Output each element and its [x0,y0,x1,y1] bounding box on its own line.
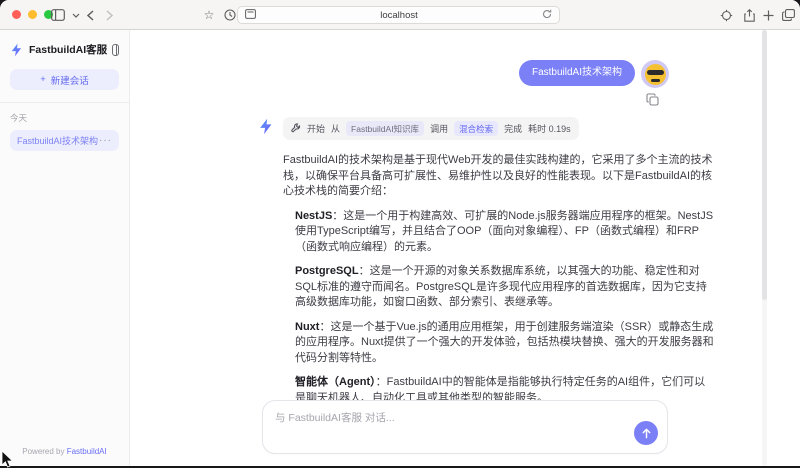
forward-button[interactable] [101,7,117,23]
tech-item-nestjs: NestJS：这是一个用于构建高效、可扩展的Node.js服务器端应用程序的框架… [283,209,715,256]
send-button[interactable] [634,421,658,445]
status-done: 完成 [504,122,522,135]
sidebar-header: FastbuildAI客服 [10,42,119,57]
term: PostgreSQL [295,265,359,277]
powered-by-footer: Powered by FastbuildAI [10,447,119,458]
powered-by-brand-link[interactable]: FastbuildAI [67,447,107,456]
chat-input-box[interactable] [262,400,668,454]
reload-icon[interactable] [542,6,552,24]
extensions-icon[interactable] [718,7,734,23]
app-logo-bolt-icon [10,43,24,57]
app-title: FastbuildAI客服 [29,42,107,57]
bookmark-star-icon[interactable]: ☆ [201,7,217,23]
user-message-row: FastbuildAI技术架构 [258,60,669,88]
chat-scrollbar[interactable] [762,30,767,466]
user-message-bubble: FastbuildAI技术架构 [519,60,635,86]
conversation-title: FastbuildAI技术架构 [17,134,99,147]
address-bar[interactable]: localhost [237,6,560,24]
tool-status-pill[interactable]: 开始 从 FastbuildAI知识库 调用 混合检索 完成 耗时 0.19s [283,117,579,140]
chat-main: FastbuildAI技术架构 [130,30,800,466]
tab-overview-icon[interactable] [780,7,796,23]
status-elapsed: 耗时 0.19s [528,122,571,135]
back-button[interactable] [82,7,98,23]
mouse-cursor [1,451,14,468]
wrench-icon [291,123,301,135]
assistant-avatar-bolt-icon [258,118,275,135]
hybrid-search-tag: 混合检索 [454,121,498,136]
message-actions-row [258,93,659,106]
powered-by-text: Powered by [22,447,66,456]
term: NestJS [295,210,332,222]
browser-sidebar-icon[interactable] [50,7,66,23]
history-clock-icon[interactable] [222,7,238,23]
chat-message-area: FastbuildAI技术架构 [130,30,800,400]
term: Nuxt [295,321,319,333]
copy-icon[interactable] [646,93,659,106]
minimize-window-button[interactable] [28,10,37,19]
sidebar: FastbuildAI客服 + 新建会话 今天 FastbuildAI技术架构 … [0,30,130,466]
sidebar-section-today: 今天 [10,112,119,124]
assistant-message-content: 开始 从 FastbuildAI知识库 调用 混合检索 完成 耗时 0.19s … [283,117,715,400]
sidebar-divider [0,102,129,103]
status-from: 从 [331,122,340,135]
plus-icon: + [40,74,46,85]
sidebar-collapse-icon[interactable] [112,44,119,56]
tech-item-nuxt: Nuxt：这是一个基于Vue.js的通用应用框架，用于创建服务端渲染（SSR）或… [283,320,715,367]
tech-item-agent: 智能体（Agent）：FastbuildAI中的智能体是指能够执行特定任务的AI… [283,375,715,400]
desc: ：这是一个用于构建高效、可扩展的Node.js服务器端应用程序的框架。NestJ… [295,210,713,253]
tech-item-postgresql: PostgreSQL：这是一个开源的对象关系数据库系统，以其强大的功能、稳定性和… [283,264,715,311]
traffic-lights [12,10,53,19]
new-tab-plus-icon[interactable] [760,7,776,23]
term: 智能体（Agent） [295,376,376,388]
desc: ：这是一个基于Vue.js的通用应用框架，用于创建服务端渲染（SSR）或静态生成… [295,321,714,364]
assistant-message-row: 开始 从 FastbuildAI知识库 调用 混合检索 完成 耗时 0.19s … [258,117,715,400]
scrollbar-thumb[interactable] [762,30,767,300]
assistant-markdown: FastbuildAI的技术架构是基于现代Web开发的最佳实践构建的，它采用了多… [283,153,715,400]
close-window-button[interactable] [12,10,21,19]
new-chat-button[interactable]: + 新建会话 [10,69,119,90]
browser-chrome: ☆ localhost [0,0,800,30]
chat-input-area [130,400,800,466]
avatar-face [645,64,666,85]
conversation-list-item[interactable]: FastbuildAI技术架构 ··· [10,130,119,151]
user-avatar [641,60,669,88]
new-chat-label: 新建会话 [51,73,89,87]
browser-window: ☆ localhost [0,0,800,466]
url-text[interactable]: localhost [256,10,542,21]
status-invoke: 调用 [430,122,448,135]
knowledge-base-tag: FastbuildAI知识库 [346,121,424,136]
intro-paragraph: FastbuildAI的技术架构是基于现代Web开发的最佳实践构建的，它采用了多… [283,153,715,200]
reader-page-icon[interactable] [245,6,256,24]
chat-input[interactable] [263,401,667,453]
app-root: FastbuildAI客服 + 新建会话 今天 FastbuildAI技术架构 … [0,30,800,466]
share-icon[interactable] [741,7,757,23]
status-start: 开始 [307,122,325,135]
